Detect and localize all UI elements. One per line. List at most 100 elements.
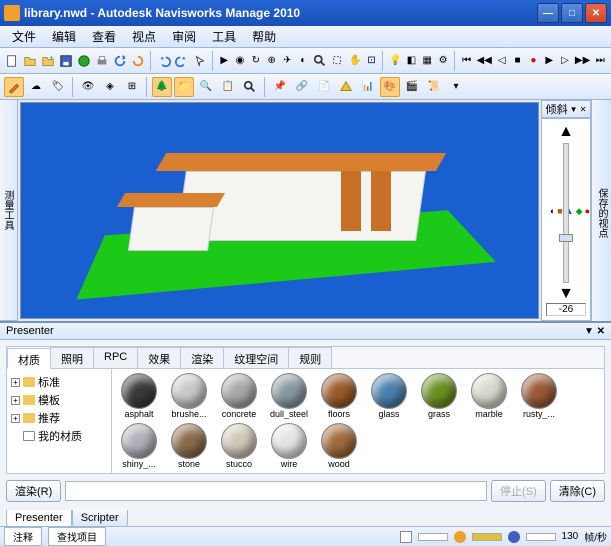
viewpoint-props-icon[interactable]: ⚙ [436,51,450,71]
material-thumb[interactable]: wood [316,423,362,469]
vp-icon-4[interactable]: ■ [557,206,562,220]
tilt-up-icon[interactable]: ▲ [558,123,574,141]
close-button[interactable]: ✕ [585,3,607,23]
tab-effects[interactable]: 效果 [137,347,181,368]
status-tab-comments[interactable]: 注释 [4,527,42,546]
tab-rules[interactable]: 规则 [288,347,332,368]
render-button[interactable]: 渲染(R) [6,480,61,502]
material-thumb[interactable]: stone [166,423,212,469]
nav-walk-icon[interactable]: ▶ [217,51,231,71]
menu-file[interactable]: 文件 [4,26,44,47]
sidebar-tab-measure[interactable]: 测量工具 [0,100,17,321]
material-thumb[interactable]: shiny_... [116,423,162,469]
playback-play-icon[interactable]: ▶ [542,51,556,71]
nav-look-icon[interactable]: ◉ [233,51,247,71]
save-icon[interactable] [58,51,74,71]
open-icon[interactable] [22,51,38,71]
maximize-button[interactable]: □ [561,3,583,23]
tab-render[interactable]: 渲染 [180,347,224,368]
unhide-icon[interactable]: ⊞ [122,77,142,97]
presenter-titlebar[interactable]: Presenter ▼ ✕ [0,323,611,340]
search-icon[interactable] [240,77,260,97]
selection-sets-icon[interactable]: 📁 [174,77,194,97]
menu-viewpoint[interactable]: 视点 [124,26,164,47]
btab-scripter[interactable]: Scripter [72,510,128,527]
nav-turntable-icon[interactable]: ◐ [296,51,310,71]
playback-rewind-icon[interactable]: ◀◀ [475,51,492,71]
require-icon[interactable]: ◈ [100,77,120,97]
menu-tools[interactable]: 工具 [204,26,244,47]
background-icon[interactable]: ▦ [420,51,434,71]
tilt-value-input[interactable] [546,303,586,316]
nav-orbit-icon[interactable]: ↻ [249,51,263,71]
scripter-icon[interactable]: 📜 [424,77,444,97]
light-icon[interactable]: 💡 [388,51,402,71]
playback-start-icon[interactable]: ⏮ [460,51,474,71]
dropdown-icon[interactable]: ▾ [446,77,466,97]
undo-icon[interactable] [156,51,172,71]
properties-icon[interactable]: 📋 [218,77,238,97]
redo-icon[interactable] [174,51,190,71]
material-thumb[interactable]: brushe... [166,373,212,419]
minimize-button[interactable]: — [537,3,559,23]
animator-icon[interactable]: 🎬 [402,77,422,97]
vp-icon-5[interactable]: ◐ [550,206,555,220]
redline-cloud-icon[interactable]: ☁ [26,77,46,97]
timeliner-icon[interactable]: 📊 [358,77,378,97]
render-path-input[interactable] [65,481,487,501]
clash-icon[interactable] [336,77,356,97]
playback-record-icon[interactable]: ● [526,51,540,71]
nav-examine-icon[interactable]: ⊕ [265,51,279,71]
print-icon[interactable] [94,51,110,71]
nav-zoombox-icon[interactable] [330,51,346,71]
render-mode-icon[interactable]: ◧ [405,51,419,71]
playback-prev-icon[interactable]: ◁ [495,51,509,71]
btab-presenter[interactable]: Presenter [6,510,72,527]
presenter-close-icon[interactable]: ▼ ✕ [584,326,605,337]
menu-help[interactable]: 帮助 [244,26,284,47]
nav-pan-icon[interactable]: ✋ [348,51,362,71]
material-thumb[interactable]: stucco [216,423,262,469]
playback-ff-icon[interactable]: ▶▶ [574,51,591,71]
viewport[interactable] [20,102,539,319]
tilt-slider[interactable]: ▲ ▼ [541,118,591,321]
saved-viewpoints-tab[interactable]: 保存的视点 [592,186,611,240]
clear-button[interactable]: 清除(C) [550,480,605,502]
material-thumb[interactable]: rusty_... [516,373,562,419]
links-icon[interactable]: 🔗 [292,77,312,97]
vp-icon-1[interactable]: ● [585,206,590,220]
presenter-tool-icon[interactable]: 🎨 [380,77,400,97]
redline-tag-icon[interactable]: 🏷 [48,77,68,97]
menu-review[interactable]: 审阅 [164,26,204,47]
reset-icon[interactable] [130,51,146,71]
tab-rpc[interactable]: RPC [93,347,138,368]
quickprops-icon[interactable]: 📄 [314,77,334,97]
tab-texturespace[interactable]: 纹理空间 [223,347,289,368]
redline-pencil-icon[interactable] [4,77,24,97]
material-thumb[interactable]: concrete [216,373,262,419]
hold-icon[interactable]: 📌 [270,77,290,97]
material-thumb[interactable]: grass [416,373,462,419]
material-tree[interactable]: +标准 +模板 +推荐 我的材质 [7,369,112,473]
playback-stop-icon[interactable]: ■ [511,51,525,71]
tilt-down-icon[interactable]: ▼ [558,285,574,303]
tab-lighting[interactable]: 照明 [50,347,94,368]
playback-end-icon[interactable]: ⏭ [593,51,607,71]
material-thumb[interactable]: wire [266,423,312,469]
selection-tree-icon[interactable]: 🌲 [152,77,172,97]
hide-icon[interactable]: 👁 [78,77,98,97]
publish-icon[interactable] [76,51,92,71]
material-thumb[interactable]: floors [316,373,362,419]
new-icon[interactable] [4,51,20,71]
menu-view[interactable]: 查看 [84,26,124,47]
vp-icon-2[interactable]: ◆ [576,206,583,220]
status-tab-finditems[interactable]: 查找项目 [48,527,106,546]
material-thumb[interactable]: dull_steel [266,373,312,419]
nav-zoomall-icon[interactable]: ⊡ [365,51,379,71]
refresh-icon[interactable] [112,51,128,71]
nav-fly-icon[interactable]: ✈ [281,51,295,71]
material-thumb[interactable]: glass [366,373,412,419]
tilt-thumb[interactable] [559,234,573,242]
select-icon[interactable] [192,51,208,71]
playback-next-icon[interactable]: ▷ [558,51,572,71]
